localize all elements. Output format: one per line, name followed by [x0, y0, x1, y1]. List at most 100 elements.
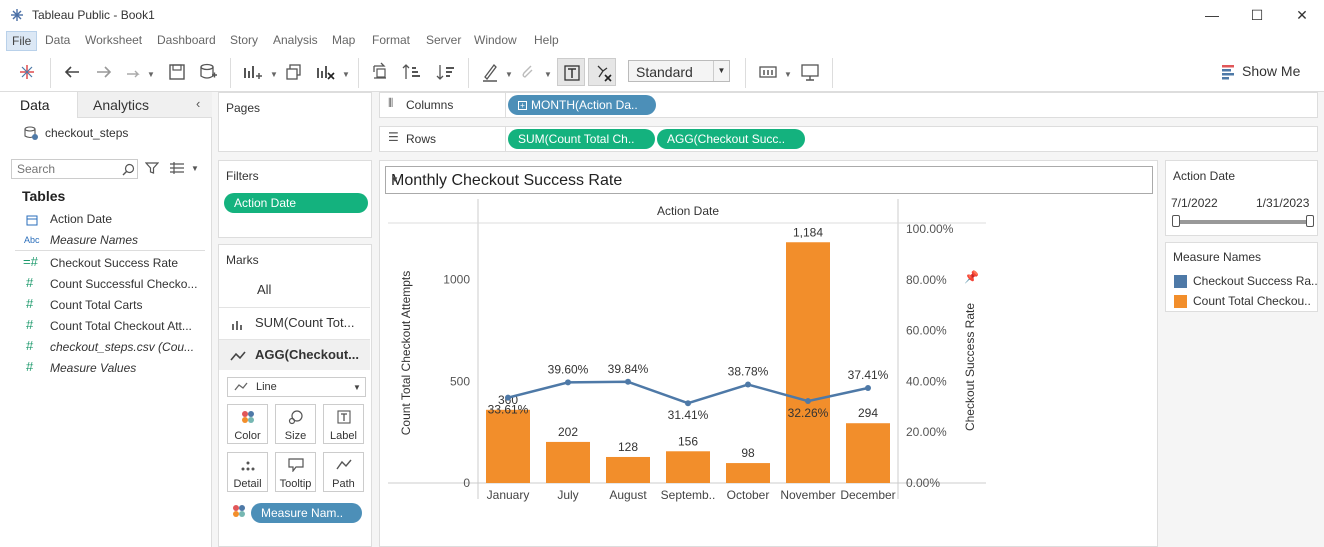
marks-row-label: All	[257, 282, 272, 297]
menu-file[interactable]: File	[6, 31, 38, 51]
clear-dropdown-icon[interactable]: ▼	[342, 70, 350, 79]
sheet-title-select[interactable]: Monthly Checkout Success Rate ▼	[385, 166, 1153, 194]
line-point	[625, 378, 631, 385]
menu-server[interactable]: Server	[426, 33, 461, 47]
show-cards-dropdown-icon[interactable]: ▼	[784, 70, 792, 79]
sort-ascending-icon[interactable]	[402, 62, 422, 82]
chevron-down-icon: ▼	[713, 61, 729, 81]
menu-worksheet[interactable]: Worksheet	[85, 33, 142, 47]
swap-icon[interactable]	[370, 62, 390, 82]
toolbar-separator	[745, 58, 746, 88]
tab-data[interactable]: Data	[0, 92, 78, 118]
group-dropdown-icon[interactable]: ▼	[544, 70, 552, 79]
mark-type-select[interactable]: Line ▼	[227, 377, 366, 397]
menu-help[interactable]: Help	[534, 33, 559, 47]
field-action-date[interactable]: Action Date	[22, 210, 207, 230]
undo-icon[interactable]	[62, 62, 82, 82]
marks-card: Marks All SUM(Count Tot... AGG(Checkout.…	[218, 244, 372, 547]
range-slider-end-handle[interactable]	[1306, 215, 1314, 227]
menu-window[interactable]: Window	[474, 33, 517, 47]
field-checkout-success-rate[interactable]: =# Checkout Success Rate	[22, 254, 207, 274]
new-worksheet-dropdown-icon[interactable]: ▼	[270, 70, 278, 79]
rows-shelf-label: ☰ Rows	[380, 127, 506, 151]
filter-icon[interactable]	[145, 161, 159, 175]
presentation-mode-icon[interactable]	[800, 62, 820, 82]
measure-names-pill[interactable]: Measure Nam..	[251, 503, 362, 523]
view-dropdown-icon[interactable]: ▼	[191, 164, 199, 173]
y2-tick-label: 20.00%	[906, 425, 947, 439]
fit-select[interactable]: Standard ▼	[628, 60, 730, 82]
field-count-total-carts[interactable]: # Count Total Carts	[22, 296, 207, 316]
search-field[interactable]	[11, 159, 138, 179]
rows-pill-agg-checkout[interactable]: AGG(Checkout Succ..	[657, 129, 805, 149]
tab-analytics[interactable]: Analytics ‹	[78, 92, 212, 118]
field-label: Count Successful Checko...	[50, 277, 198, 291]
menu-data[interactable]: Data	[45, 33, 70, 47]
text-label-icon	[564, 65, 580, 81]
menu-story[interactable]: Story	[230, 33, 258, 47]
minimize-button[interactable]: —	[1197, 4, 1227, 26]
replay-icon[interactable]	[124, 62, 144, 82]
marks-all[interactable]: All	[219, 275, 370, 306]
menu-map[interactable]: Map	[332, 33, 355, 47]
legend-item[interactable]: Count Total Checkou..	[1171, 293, 1321, 311]
sort-descending-icon[interactable]	[436, 62, 456, 82]
highlight-icon[interactable]	[480, 62, 500, 82]
close-button[interactable]: ✕	[1287, 4, 1317, 26]
highlight-dropdown-icon[interactable]: ▼	[505, 70, 513, 79]
group-icon[interactable]	[518, 62, 538, 82]
range-slider-start-handle[interactable]	[1172, 215, 1180, 227]
search-input[interactable]	[17, 162, 117, 176]
fix-axes-button[interactable]	[588, 58, 616, 86]
list-view-icon[interactable]	[170, 162, 184, 174]
save-icon[interactable]	[167, 62, 187, 82]
new-worksheet-icon[interactable]	[242, 62, 262, 82]
redo-icon[interactable]	[94, 62, 114, 82]
menu-format[interactable]: Format	[372, 33, 410, 47]
line-data-label: 38.78%	[728, 364, 769, 378]
detail-button[interactable]: Detail	[227, 452, 268, 492]
duplicate-icon[interactable]	[284, 62, 304, 82]
tooltip-button[interactable]: Tooltip	[275, 452, 316, 492]
size-button[interactable]: Size	[275, 404, 316, 444]
measure-icon: #	[26, 296, 34, 311]
maximize-button[interactable]: ☐	[1242, 4, 1272, 26]
show-labels-button[interactable]	[557, 58, 585, 86]
filters-card[interactable]: Filters Action Date	[218, 160, 372, 238]
collapse-pane-icon[interactable]: ‹	[196, 96, 200, 111]
menu-dashboard[interactable]: Dashboard	[157, 33, 216, 47]
field-count-total-checkout-attempts[interactable]: # Count Total Checkout Att...	[22, 317, 207, 337]
datasource-name[interactable]: checkout_steps	[45, 126, 128, 140]
rows-shelf: ☰ Rows SUM(Count Total Ch.. AGG(Checkout…	[379, 126, 1318, 152]
range-slider-track[interactable]	[1176, 220, 1310, 224]
field-measure-values[interactable]: # Measure Values	[22, 359, 207, 379]
menu-bar: File Data Worksheet Dashboard Story Anal…	[0, 30, 1324, 52]
tableau-home-icon[interactable]	[17, 62, 37, 82]
replay-dropdown-icon[interactable]: ▼	[147, 70, 155, 79]
show-cards-icon[interactable]	[758, 62, 778, 82]
label-button[interactable]: Label	[323, 404, 364, 444]
rows-pill-sum-count[interactable]: SUM(Count Total Ch..	[508, 129, 655, 149]
bar-data-label: 98	[741, 446, 755, 460]
color-button[interactable]: Color	[227, 404, 268, 444]
window-title: Tableau Public - Book1	[32, 8, 155, 22]
field-count-successful-checkout[interactable]: # Count Successful Checko...	[22, 275, 207, 295]
pages-card[interactable]: Pages	[218, 92, 372, 152]
line-data-label: 39.60%	[548, 362, 589, 376]
columns-pill-month[interactable]: + MONTH(Action Da..	[508, 95, 656, 115]
legend-item[interactable]: Checkout Success Ra..	[1171, 273, 1321, 291]
field-checkout-steps-count[interactable]: # checkout_steps.csv (Cou...	[22, 338, 207, 358]
y-tick-label: 1000	[443, 273, 470, 287]
clear-sheet-icon[interactable]	[315, 62, 335, 82]
new-datasource-icon[interactable]	[198, 62, 218, 82]
measure-names-legend-card[interactable]: Measure Names Checkout Success Ra.. Coun…	[1165, 242, 1318, 312]
filter-pill-action-date[interactable]: Action Date	[224, 193, 368, 213]
fit-select-value: Standard	[636, 64, 693, 80]
field-measure-names[interactable]: Abc Measure Names	[22, 231, 207, 251]
marks-agg-checkout[interactable]: AGG(Checkout...	[219, 339, 370, 370]
marks-sum-count-total[interactable]: SUM(Count Tot...	[219, 307, 370, 338]
toolbar-separator	[230, 58, 231, 88]
path-button[interactable]: Path	[323, 452, 364, 492]
menu-analysis[interactable]: Analysis	[273, 33, 318, 47]
tooltip-icon	[288, 458, 304, 472]
